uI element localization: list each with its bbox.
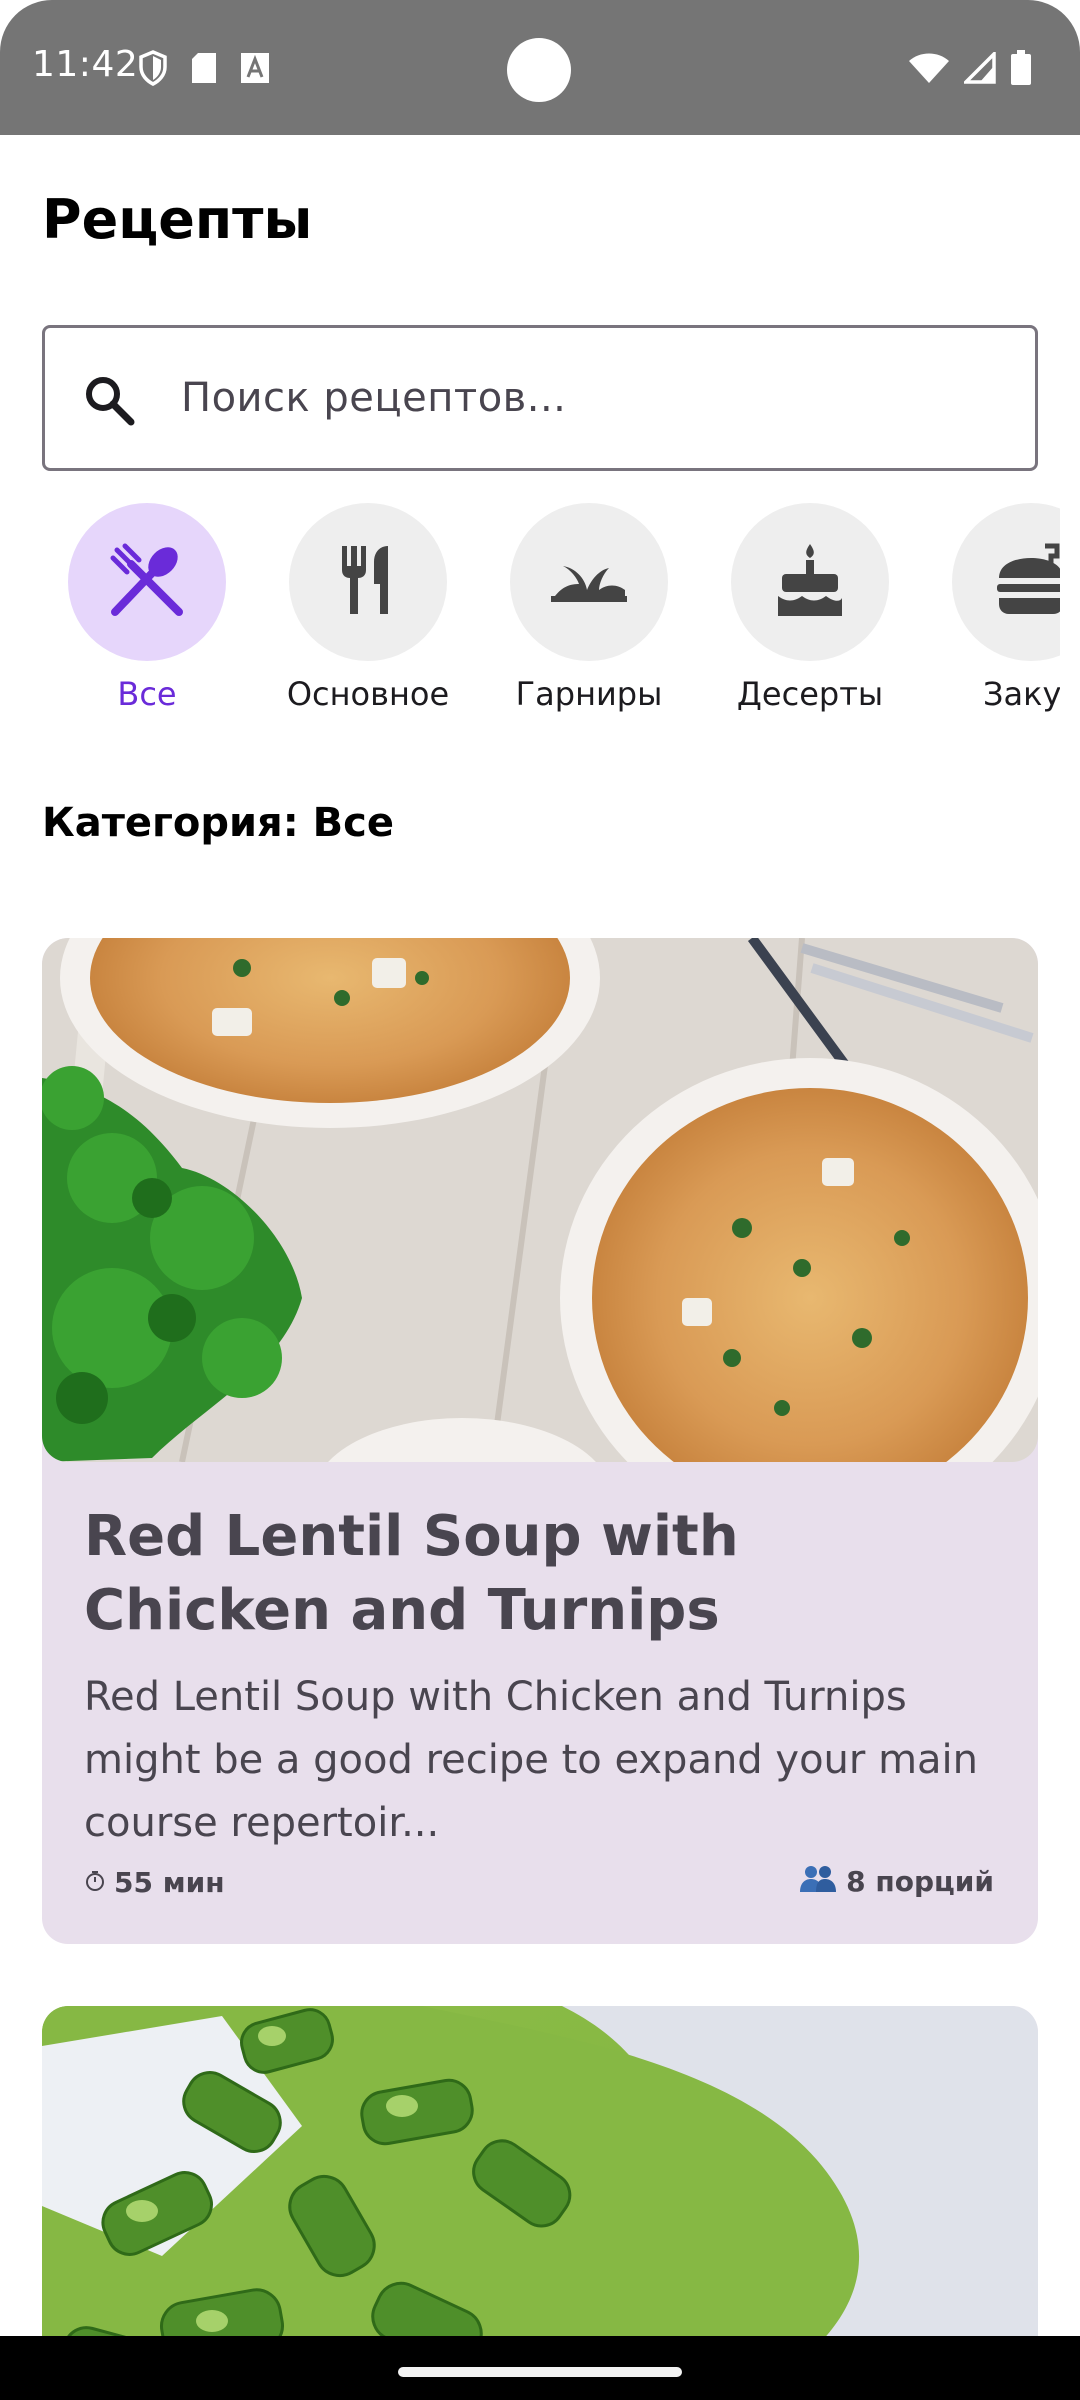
category-icon-circle [952,503,1060,661]
category-icon-circle [68,503,226,661]
status-right-icons [908,49,1032,90]
category-heading: Категория: Все [42,800,394,846]
status-left-icons [138,50,270,90]
signal-icon [961,49,996,88]
category-icon-circle [731,503,889,661]
recipe-time-label: 55 мин [114,1866,225,1899]
dining-icon [107,540,187,624]
recipe-time: 55 мин [84,1866,225,1899]
category-desserts[interactable]: Десерты [700,503,920,723]
sd-card-icon [190,51,218,89]
wifi-icon [908,52,950,88]
category-label: Основное [286,675,450,713]
font-icon [240,52,270,88]
page-title: Рецепты [42,188,313,251]
timer-icon [84,1866,106,1899]
category-snacks[interactable]: Закус [921,503,1060,723]
burger-icon [991,540,1060,624]
category-icon-circle [289,503,447,661]
category-label: Гарниры [515,675,663,713]
screen: 11:42 Рецепты Поиск рецептов... Все Осно… [0,0,1080,2400]
recipe-servings-label: 8 порций [846,1865,994,1898]
shield-icon [138,50,168,90]
search-input[interactable] [181,328,1001,468]
recipe-description: Red Lentil Soup with Chicken and Turnips… [84,1674,979,1846]
category-label: Десерты [736,675,884,713]
recipe-image [42,938,1038,1462]
status-time: 11:42 [32,44,139,85]
fork-knife-icon [328,540,408,624]
people-icon [800,1864,837,1899]
recipe-title: Red Lentil Soup with Chicken and Turnips [84,1504,739,1643]
grass-icon [549,540,629,624]
recipe-servings: 8 порций [800,1864,994,1899]
category-all[interactable]: Все [37,503,257,723]
category-list: Все Основное Гарниры Десерты Заку [0,503,1060,723]
category-icon-circle [510,503,668,661]
status-bar: 11:42 [0,0,1080,135]
category-sides[interactable]: Гарниры [479,503,699,723]
search-icon [81,372,137,428]
cake-icon [770,540,850,624]
battery-icon [1010,50,1032,90]
category-label: Закус [983,675,1060,713]
camera-cutout [507,38,571,102]
recipe-card[interactable]: Red Lentil Soup with Chicken and Turnips… [42,938,1038,1944]
category-label: Все [117,675,177,713]
category-main[interactable]: Основное [258,503,478,723]
search-box[interactable] [42,325,1038,471]
home-gesture-handle[interactable] [398,2367,682,2377]
